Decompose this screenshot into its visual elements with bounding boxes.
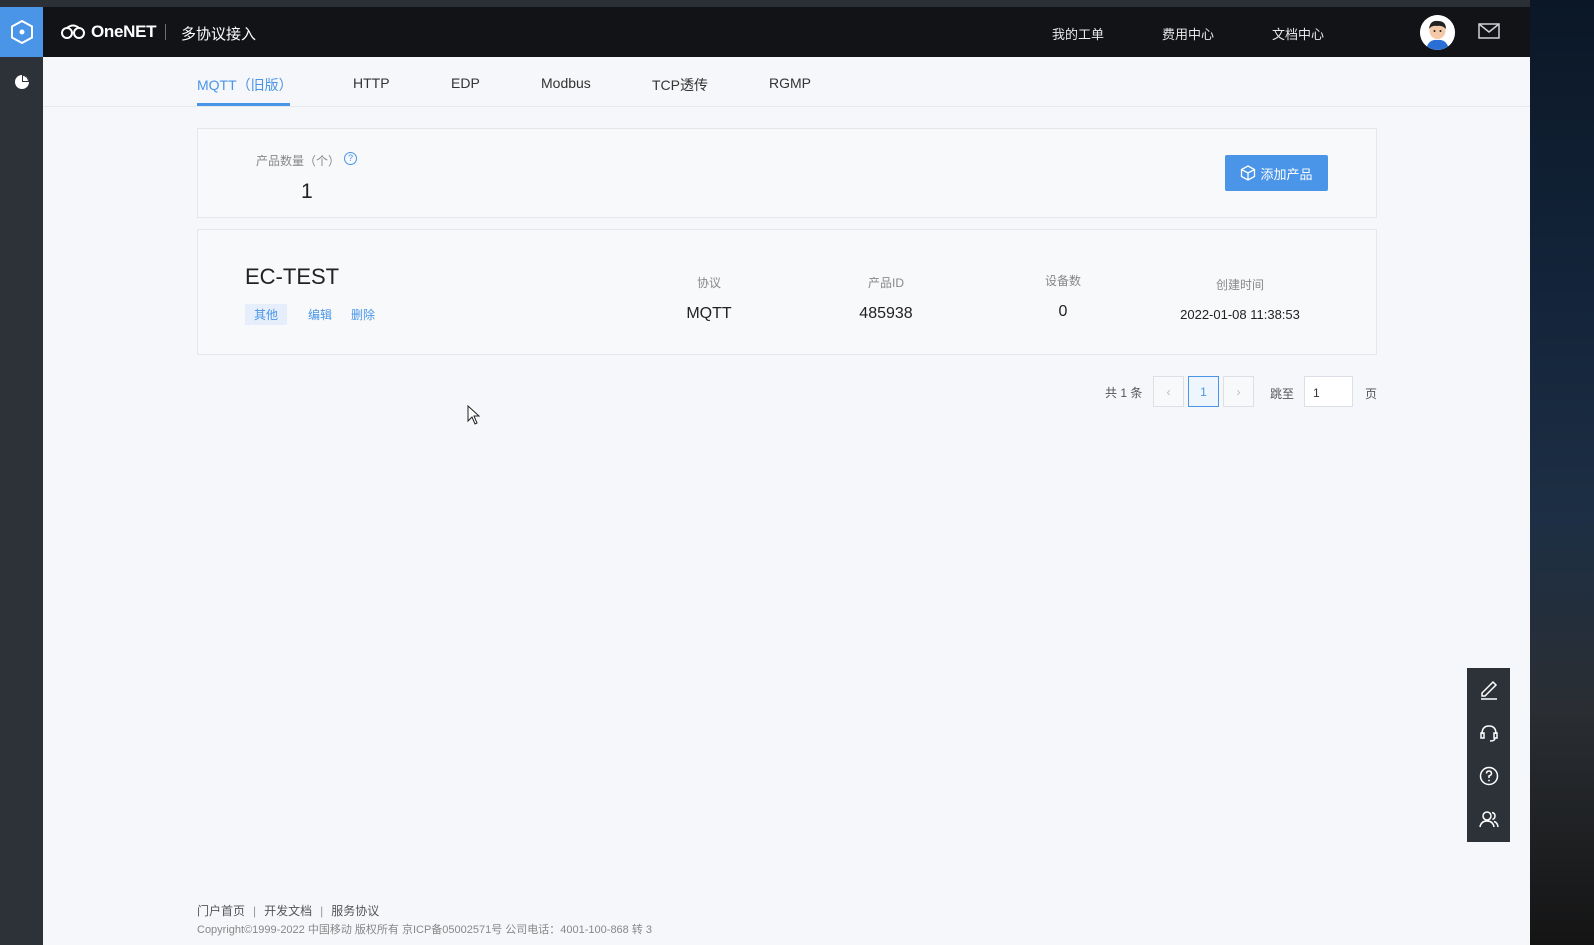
brand-name: OneNET bbox=[91, 22, 157, 41]
page-suffix: 页 bbox=[1365, 387, 1378, 401]
product-card[interactable]: EC-TEST 其他 编辑 删除 协议 MQTT 产品ID 485938 设备数… bbox=[197, 229, 1377, 355]
tab-tcp-passthrough[interactable]: TCP透传 bbox=[652, 75, 708, 95]
help-circle-icon[interactable] bbox=[1467, 754, 1510, 797]
protocol-tabs: MQTT（旧版） HTTP EDP Modbus TCP透传 RGMP bbox=[43, 57, 1530, 107]
jump-page-input[interactable]: 1 bbox=[1304, 376, 1353, 407]
created-time-column: 创建时间 2022-01-08 11:38:53 bbox=[1160, 276, 1320, 322]
tab-mqtt-legacy[interactable]: MQTT（旧版） bbox=[197, 75, 293, 95]
created-time-value: 2022-01-08 11:38:53 bbox=[1180, 307, 1300, 322]
device-count-header: 设备数 bbox=[1044, 274, 1081, 288]
device-count-column: 设备数 0 bbox=[1013, 272, 1113, 321]
tab-edp[interactable]: EDP bbox=[451, 75, 480, 91]
created-time-header: 创建时间 bbox=[1215, 278, 1264, 292]
header-divider bbox=[165, 24, 166, 40]
product-id-header: 产品ID bbox=[867, 276, 904, 290]
footer-links: 门户首页 | 开发文档 | 服务协议 bbox=[197, 902, 379, 919]
left-rail bbox=[0, 7, 43, 945]
footer-link-service-agreement[interactable]: 服务协议 bbox=[331, 904, 379, 918]
tab-http[interactable]: HTTP bbox=[353, 75, 390, 91]
copyright-text: Copyright©1999-2022 中国移动 版权所有 京ICP备05002… bbox=[197, 924, 653, 936]
onenet-logo[interactable]: OneNET bbox=[60, 22, 157, 42]
footer-link-dev-docs[interactable]: 开发文档 bbox=[264, 904, 312, 918]
nav-docs-center[interactable]: 文档中心 bbox=[1272, 24, 1324, 43]
desktop-background bbox=[1530, 0, 1594, 945]
window-top-strip bbox=[0, 0, 1530, 7]
header-nav: 我的工单 费用中心 文档中心 bbox=[1052, 24, 1382, 43]
avatar[interactable] bbox=[1420, 15, 1455, 50]
product-name[interactable]: EC-TEST bbox=[245, 264, 339, 290]
protocol-value: MQTT bbox=[686, 305, 732, 322]
footer-separator: | bbox=[253, 904, 257, 918]
product-summary-panel: 产品数量（个） ? 1 添加产品 bbox=[197, 128, 1377, 218]
edit-link[interactable]: 编辑 bbox=[308, 306, 332, 323]
footer-separator: | bbox=[320, 904, 324, 918]
tab-modbus[interactable]: Modbus bbox=[541, 75, 591, 91]
footer-link-home[interactable]: 门户首页 bbox=[197, 904, 245, 918]
nav-my-tickets[interactable]: 我的工单 bbox=[1052, 24, 1104, 43]
prev-page-button[interactable]: ‹ bbox=[1153, 376, 1184, 407]
add-product-label: 添加产品 bbox=[1260, 166, 1313, 182]
floating-toolbar bbox=[1467, 668, 1510, 842]
next-page-button[interactable]: › bbox=[1223, 376, 1254, 407]
page-title: 多协议接入 bbox=[181, 26, 257, 43]
nav-billing-center[interactable]: 费用中心 bbox=[1162, 24, 1214, 43]
cube-icon bbox=[1241, 165, 1256, 181]
protocol-header: 协议 bbox=[696, 276, 721, 290]
community-users-icon[interactable] bbox=[1467, 797, 1510, 840]
tab-rgmp[interactable]: RGMP bbox=[769, 75, 811, 91]
product-count-value: 1 bbox=[301, 180, 313, 203]
edit-pen-icon[interactable] bbox=[1467, 668, 1510, 711]
app-window: OneNET 多协议接入 我的工单 费用中心 文档中心 MQTT（旧版） HTT… bbox=[0, 7, 1530, 945]
mail-icon[interactable] bbox=[1478, 23, 1500, 44]
page-1-button[interactable]: 1 bbox=[1188, 376, 1219, 407]
active-tab-indicator bbox=[197, 103, 290, 106]
mouse-cursor-icon bbox=[467, 404, 481, 430]
pie-chart-icon[interactable] bbox=[0, 57, 43, 107]
home-hexagon-icon[interactable] bbox=[0, 7, 43, 57]
pagination-total: 共 1 条 bbox=[1105, 386, 1143, 400]
jump-label: 跳至 bbox=[1270, 387, 1295, 401]
delete-link[interactable]: 删除 bbox=[351, 306, 375, 323]
product-id-column: 产品ID 485938 bbox=[836, 274, 936, 323]
product-category-tag: 其他 bbox=[245, 304, 288, 325]
device-count-value: 0 bbox=[1058, 303, 1068, 320]
cloud-logo-icon bbox=[61, 24, 85, 39]
protocol-column: 协议 MQTT bbox=[659, 274, 759, 323]
product-id-value: 485938 bbox=[859, 305, 913, 322]
add-product-button[interactable]: 添加产品 bbox=[1225, 155, 1328, 191]
help-question-icon[interactable]: ? bbox=[344, 152, 357, 165]
top-header: OneNET 多协议接入 我的工单 费用中心 文档中心 bbox=[43, 7, 1530, 57]
customer-service-headset-icon[interactable] bbox=[1467, 711, 1510, 754]
product-count-label: 产品数量（个） bbox=[256, 154, 341, 168]
